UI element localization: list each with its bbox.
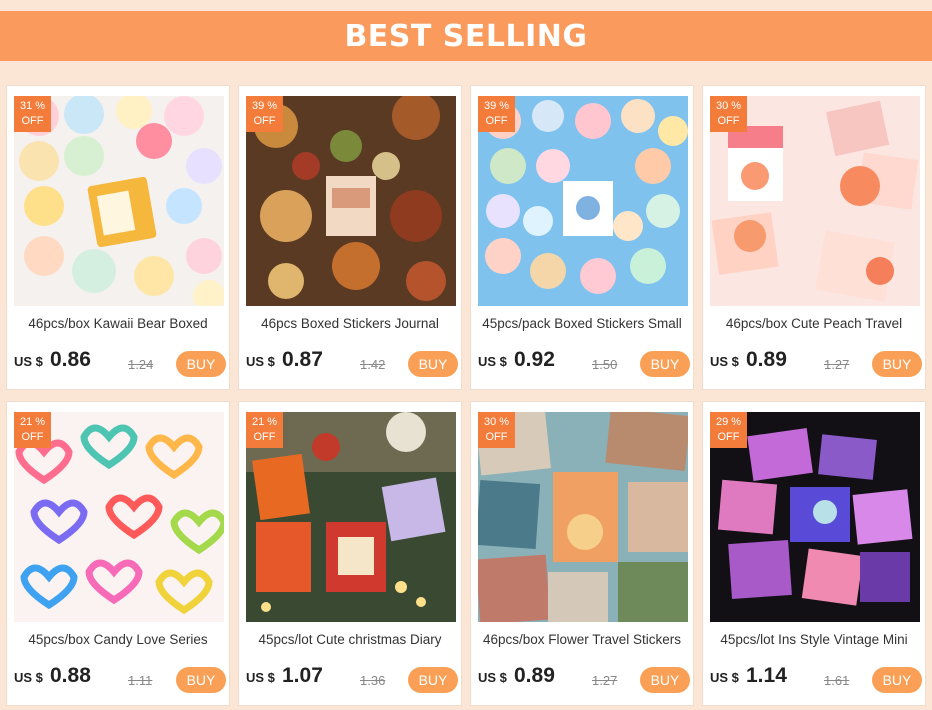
discount-badge: 21 % OFF [14,412,51,448]
original-price: 1.42 [360,357,386,372]
product-title[interactable]: 45pcs/pack Boxed Stickers Small [475,316,689,331]
original-price: 1.36 [360,673,386,688]
buy-button[interactable]: BUY [640,667,690,693]
buy-button[interactable]: BUY [872,351,922,377]
discount-off: OFF [21,431,44,443]
discount-percent: 31 % [19,100,46,112]
buy-button[interactable]: BUY [640,351,690,377]
discount-badge: 39 % OFF [478,96,515,132]
discount-percent: 30 % [483,416,510,428]
product-title[interactable]: 46pcs Boxed Stickers Journal [243,316,457,331]
currency-label: US $ [14,354,43,369]
buy-button[interactable]: BUY [408,667,458,693]
product-title[interactable]: 45pcs/lot Cute christmas Diary [243,632,457,647]
product-price: 0.86 [50,348,91,371]
discount-badge: 21 % OFF [246,412,283,448]
product-price: 1.14 [746,664,787,687]
product-card[interactable]: 21 % OFF 45pcs/box Candy Love Series US … [6,401,230,706]
product-card[interactable]: 39 % OFF 46pcs Boxed Stickers Journal US… [238,85,462,390]
product-card[interactable]: 39 % OFF 45pcs/pack Boxed Stickers Small… [470,85,694,390]
product-price: 0.88 [50,664,91,687]
discount-percent: 30 % [715,100,742,112]
original-price: 1.61 [824,673,850,688]
product-title[interactable]: 46pcs/box Cute Peach Travel [707,316,921,331]
discount-badge: 30 % OFF [710,96,747,132]
discount-off: OFF [717,431,740,443]
product-price: 0.87 [282,348,323,371]
product-title[interactable]: 45pcs/lot Ins Style Vintage Mini [707,632,921,647]
currency-label: US $ [246,670,275,685]
product-price: 0.89 [746,348,787,371]
original-price: 1.24 [128,357,154,372]
discount-percent: 21 % [251,416,278,428]
discount-off: OFF [485,115,508,127]
currency-label: US $ [710,354,739,369]
product-card[interactable]: 30 % OFF 46pcs/box Cute Peach Travel US … [702,85,926,390]
discount-badge: 30 % OFF [478,412,515,448]
currency-label: US $ [478,354,507,369]
product-price: 0.92 [514,348,555,371]
buy-button[interactable]: BUY [176,351,226,377]
product-title[interactable]: 46pcs/box Kawaii Bear Boxed [11,316,225,331]
currency-label: US $ [710,670,739,685]
discount-percent: 39 % [483,100,510,112]
original-price: 1.27 [824,357,850,372]
currency-label: US $ [478,670,507,685]
original-price: 1.27 [592,673,618,688]
discount-off: OFF [253,431,276,443]
product-card[interactable]: 30 % OFF 46pcs/box Flower Travel Sticker… [470,401,694,706]
discount-percent: 39 % [251,100,278,112]
buy-button[interactable]: BUY [176,667,226,693]
discount-off: OFF [485,431,508,443]
currency-label: US $ [14,670,43,685]
discount-percent: 21 % [19,416,46,428]
discount-badge: 29 % OFF [710,412,747,448]
discount-percent: 29 % [715,416,742,428]
discount-off: OFF [717,115,740,127]
buy-button[interactable]: BUY [408,351,458,377]
product-card[interactable]: 21 % OFF 45pcs/lot Cute christmas Diary … [238,401,462,706]
product-title[interactable]: 45pcs/box Candy Love Series [11,632,225,647]
original-price: 1.11 [128,673,153,688]
discount-badge: 31 % OFF [14,96,51,132]
buy-button[interactable]: BUY [872,667,922,693]
discount-badge: 39 % OFF [246,96,283,132]
product-grid: 31 % OFF 46pcs/box Kawaii Bear Boxed US … [6,85,926,706]
best-selling-banner: BEST SELLING [0,11,932,61]
product-price: 0.89 [514,664,555,687]
currency-label: US $ [246,354,275,369]
discount-off: OFF [253,115,276,127]
original-price: 1.50 [592,357,618,372]
banner-title: BEST SELLING [344,18,588,54]
discount-off: OFF [21,115,44,127]
product-card[interactable]: 29 % OFF 45pcs/lot Ins Style Vintage Min… [702,401,926,706]
product-title[interactable]: 46pcs/box Flower Travel Stickers [475,632,689,647]
product-price: 1.07 [282,664,323,687]
product-card[interactable]: 31 % OFF 46pcs/box Kawaii Bear Boxed US … [6,85,230,390]
